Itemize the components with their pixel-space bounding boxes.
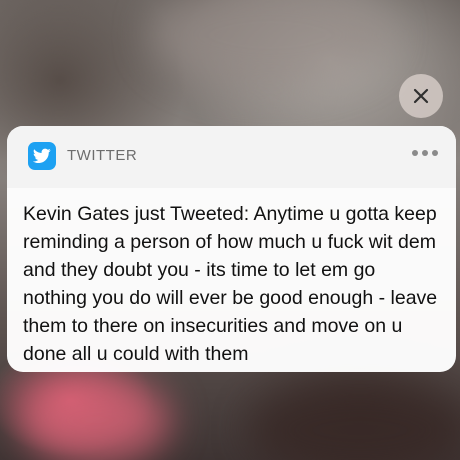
- close-icon: [413, 88, 429, 104]
- notification-header: TWITTER: [7, 126, 456, 188]
- background-blur-top: [150, 0, 390, 90]
- more-dots-icon[interactable]: [412, 150, 438, 156]
- close-button[interactable]: [399, 74, 443, 118]
- background-blur-dark: [250, 385, 460, 460]
- app-name: TWITTER: [67, 147, 138, 164]
- notification-card[interactable]: TWITTER Kevin Gates just Tweeted: Anytim…: [7, 126, 456, 372]
- twitter-bird-icon: [28, 142, 56, 170]
- notification-message: Kevin Gates just Tweeted: Anytime u gott…: [23, 203, 438, 365]
- background-blur-pink: [20, 375, 170, 460]
